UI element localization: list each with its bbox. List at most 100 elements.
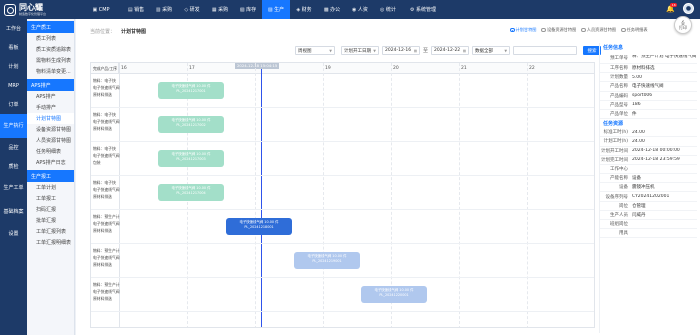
submenu-item[interactable]: 批单汇报	[27, 215, 74, 226]
gantt-task-bar[interactable]: 电子快速线气阀 10.00 件 PL_20241217004	[158, 184, 224, 201]
submenu-item[interactable]: 工单汇报明细表	[27, 237, 74, 248]
main-content: 当前位置： 计划甘特图 计划甘特图 设备资源甘特图 人员资源甘特图 任务明细表 周视图 ▼…	[76, 19, 700, 335]
view-mode-radio[interactable]: 人员资源甘特图	[581, 27, 616, 33]
info-field-value: 闫威丹	[632, 212, 646, 218]
view-select[interactable]: 周视图 ▼	[295, 46, 335, 55]
info-field-value: 释：预生产计划 电子快速线气阀	[632, 55, 697, 60]
time-type-select[interactable]: 计划开工日期 ▼	[341, 46, 379, 55]
topnav-item-9[interactable]: ◉ 人资	[346, 0, 374, 19]
topnav-item-6[interactable]: ▨ 生产	[262, 0, 290, 19]
info-field-label: 工序名称	[610, 66, 628, 72]
row-label-line: 电子快速线气阀	[93, 187, 120, 192]
status-select[interactable]: 数据全部 ▼	[472, 46, 511, 55]
submenu-item[interactable]: 手动排产	[27, 102, 74, 113]
topnav-item-1[interactable]: ▤ 销售	[122, 0, 150, 19]
submenu-group-title[interactable]: APS排产	[27, 79, 74, 91]
topnav-item-0[interactable]: ▣ CMP	[80, 0, 122, 19]
info-field-label: 产品型号	[610, 102, 628, 108]
gantt-task-bar[interactable]: 电子快速线气阀 10.00 件 PL_20241219001	[294, 252, 360, 269]
gantt-row: 物料：电子快 电子快速线气阀 原材料排选 电子快速线气阀 10.00 件 PL_2024…	[91, 74, 594, 108]
top-nav: ▣ CMP ▤ 销售 ▥ 采购 ◇ 研发 ▦ 采购 ▧ 库存 ▨ 生产 ◈ 财务 ▩ 办公 ◉ 人资 ◎ 统计 ⚙ 系统管理	[80, 0, 444, 19]
sidebar-item-0[interactable]: 工作台	[0, 19, 27, 38]
avatar[interactable]: ●	[683, 3, 694, 14]
submenu-item[interactable]: 任务明细表	[27, 146, 74, 157]
app-logo[interactable]: 同心耀 制造数字化管理平台	[4, 2, 46, 17]
sidebar-item-4[interactable]: 订单	[0, 95, 27, 114]
submenu-item[interactable]: 质工资质追踪表	[27, 44, 74, 55]
topnav-item-11[interactable]: ⚙ 系统管理	[402, 0, 444, 19]
today-label: 2024-12-18 15:04:15	[235, 63, 280, 69]
topnav-item-2[interactable]: ▥ 采购	[150, 0, 178, 19]
submenu-item[interactable]: 物料清单变更...	[27, 66, 74, 77]
logo-icon	[4, 3, 16, 16]
topnav-item-5[interactable]: ▧ 库存	[234, 0, 262, 19]
sidebar-item-2[interactable]: 计划	[0, 57, 27, 76]
app-subtitle: 制造数字化管理平台	[19, 11, 47, 16]
topnav-item-3[interactable]: ◇ 研发	[178, 0, 206, 19]
info-field: 岗位 仓管理	[600, 202, 697, 211]
submenu-group-title[interactable]: 生产质工	[27, 21, 74, 33]
date-from-input[interactable]: 2024-12-16 ▦	[382, 46, 420, 55]
info-field: 计划工时(h) 24.00	[600, 137, 697, 147]
sidebar-item-3[interactable]: MRP	[0, 76, 27, 95]
task-resource-section-title: 任务资源	[603, 121, 624, 128]
sidebar-item-10[interactable]: 设置	[0, 224, 27, 243]
info-field: 产品名称 电子快速线气阀	[600, 82, 697, 92]
info-field-label: 班组岗位	[610, 222, 628, 228]
view-mode-radio[interactable]: 设备资源甘特图	[541, 27, 576, 33]
sidebar-item-5[interactable]: 生产执行	[0, 114, 27, 138]
info-field-label: 产能名称	[610, 176, 628, 182]
bar-code: PL_20241219001	[312, 259, 342, 263]
submenu-item[interactable]: 工单汇报列表	[27, 226, 74, 237]
date-to-input[interactable]: 2024-12-22 ▦	[431, 46, 470, 55]
submenu-item[interactable]: 工单报工	[27, 193, 74, 204]
gantt-task-bar[interactable]: 电子快速线气阀 10.00 件 PL_20241220001	[361, 286, 427, 303]
gantt-task-bar[interactable]: 电子快速线气阀 10.00 件 PL_20241217002	[158, 116, 224, 133]
nav-icon: ◎	[380, 6, 385, 13]
notification-bell[interactable]: 🔔 16	[666, 2, 678, 13]
sidebar-item-9[interactable]: 基础档案	[0, 200, 27, 224]
sidebar-item-7[interactable]: 质检	[0, 157, 27, 176]
view-mode-label: 设备资源甘特图	[546, 27, 577, 32]
radio-circle	[621, 27, 626, 33]
gantt-task-bar[interactable]: 电子快速线气阀 10.00 件 PL_20241218001	[226, 218, 292, 235]
submenu-item[interactable]: 扫码汇报	[27, 204, 74, 215]
sidebar-item-1[interactable]: 看板	[0, 38, 27, 57]
info-field-label: 产品编码	[610, 93, 628, 99]
search-input[interactable]	[513, 46, 578, 55]
calendar-icon: ▦	[413, 48, 417, 53]
submenu-item[interactable]: 需物料生成列表	[27, 55, 74, 66]
top-right-tools: 🔔 16 ●	[666, 2, 694, 14]
info-field-value: 件	[632, 112, 637, 118]
view-mode-radios: 计划甘特图 设备资源甘特图 人员资源甘特图 任务明细表	[510, 27, 648, 33]
row-label-line: 物料：预生产计	[93, 214, 120, 219]
bar-code: PL_20241217004	[176, 191, 206, 195]
chevron-down-icon: ▼	[504, 48, 508, 53]
sidebar-item-8[interactable]: 生产工单	[0, 176, 27, 200]
view-mode-radio[interactable]: 任务明细表	[621, 27, 648, 33]
submenu-item[interactable]: 人员资源甘特图	[27, 135, 74, 146]
info-field: 班组岗位	[600, 220, 697, 230]
info-field-value: 24.00	[632, 129, 645, 135]
gantt-chart: 完成产品/工序 16171819202122 2024-12-18 15:04:…	[90, 62, 595, 328]
gantt-task-bar[interactable]: 电子快速线气阀 10.00 件 PL_20241217003	[158, 150, 224, 167]
submenu-item[interactable]: 工单计划	[27, 182, 74, 193]
topnav-item-4[interactable]: ▦ 采购	[206, 0, 234, 19]
sidebar-item-6[interactable]: 品控	[0, 138, 27, 157]
submenu-item[interactable]: 设备资源甘特图	[27, 124, 74, 135]
topnav-item-7[interactable]: ◈ 财务	[290, 0, 318, 19]
print-button[interactable]: ⎙ 打印	[674, 16, 692, 34]
sub-menu: 生产质工 质工列表 质工资质追踪表 需物料生成列表 物料清单变更... APS排产 APS排…	[27, 19, 75, 335]
view-mode-radio[interactable]: 计划甘特图	[510, 27, 536, 33]
info-field-label: 设备序列号	[605, 194, 629, 200]
submenu-item[interactable]: 计划甘特图	[27, 113, 74, 124]
topnav-item-10[interactable]: ◎ 统计	[374, 0, 402, 19]
topnav-item-8[interactable]: ▩ 办公	[318, 0, 346, 19]
nav-icon: ◉	[352, 6, 357, 13]
gantt-task-bar[interactable]: 电子快速线气阀 10.00 件 PL_20241217001	[158, 82, 224, 99]
submenu-item[interactable]: 质工列表	[27, 33, 74, 44]
gantt-day-header: 21	[461, 66, 467, 71]
submenu-item[interactable]: APS排产	[27, 91, 74, 102]
submenu-group-title[interactable]: 生产报工	[27, 170, 74, 182]
submenu-item[interactable]: APS排产日志	[27, 157, 74, 168]
